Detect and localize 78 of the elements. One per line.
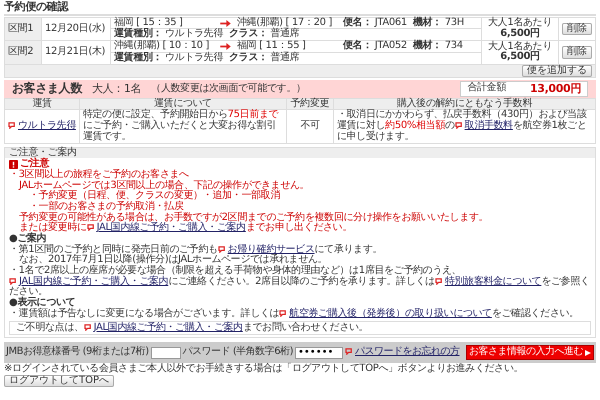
class-text: クラス： 普通席 <box>229 29 300 40</box>
segment-date: 12月21日(木) <box>42 40 110 64</box>
fare-type-text: 運賃種別： ウルトラ先得 <box>114 52 223 64</box>
group-title: ●ご案内 <box>9 234 46 244</box>
member-number-field[interactable] <box>150 346 181 359</box>
link[interactable]: お帰り確約サービス <box>218 244 315 255</box>
flight-number: 便名： JTA061 <box>343 18 407 28</box>
departure-text: 福岡 [ 15：35 ] <box>114 18 184 28</box>
aircraft-text: 機材： 734 <box>412 41 463 52</box>
play-icon <box>585 350 591 356</box>
passenger-count: 大人：1名 <box>92 83 142 95</box>
link-icon <box>8 122 17 130</box>
flight-number: 便名： JTA052 <box>343 41 407 52</box>
class-text: クラス： 普通席 <box>229 52 300 64</box>
segment-label: 区間1 <box>4 17 42 41</box>
column-header: 運賃 <box>4 98 80 110</box>
link-icon <box>345 348 354 356</box>
arrow-icon <box>220 20 231 27</box>
footer-note: ※ログインされている会員さまご本人以外でお手続きする場合は「ログアウトしてTOPへ」ボタンよりお進みください。 <box>4 364 524 375</box>
link-icon <box>86 224 96 232</box>
price-value: 6,500円 <box>499 28 541 40</box>
inquiry-text: ご不明な点は、 JAL国内線ご予約・ご購入・ご案内 までお問い合わせください。 <box>9 320 591 336</box>
notice-text: ・予約変更（日程、便、クラスの変更）・追加・一部取消 <box>29 191 281 202</box>
link[interactable]: JAL国内線ご予約・ご購入・ご案内 <box>84 322 243 333</box>
table-cell: 不可 <box>286 110 334 144</box>
password-field[interactable]: •••••• <box>295 346 343 359</box>
link[interactable]: 航空券ご購入後（発券後）の取り扱いについて <box>279 308 492 319</box>
notice-text: ・第1区間のご予約と同時に発売日前のご予約も お帰り確約サービスにて承ります。 <box>9 244 384 255</box>
total-label: 合計金額 <box>467 83 506 95</box>
link-icon <box>279 310 288 317</box>
notice-text: なお、2017年7月1日以降(操作分)はJALホームページでは承れません。 <box>19 255 328 266</box>
group-title: ●表示について <box>9 298 76 308</box>
fare-type-text: 運賃種別： ウルトラ先得 <box>114 29 223 40</box>
notice-text: または変更時に JAL国内線ご予約・ご購入・ご案内 までお申し出ください。 <box>19 223 353 234</box>
link[interactable]: JAL国内線ご予約・ご購入・ご案内 <box>9 276 168 287</box>
add-flight-button[interactable]: 便を追加する <box>522 64 592 78</box>
notice-text: ・一部のお客さまの予約取消・払戻 <box>29 202 184 212</box>
notice-text: JALホームページでは3区間以上の場合、下記の操作ができません。 <box>19 180 310 191</box>
arrival-text: 福岡 [ 11：55 ] <box>237 41 307 52</box>
link-icon <box>434 278 444 285</box>
delete-button[interactable]: 削除 <box>562 22 592 36</box>
link-icon <box>454 122 464 130</box>
logout-button[interactable]: ログアウトしてTOPへ <box>4 374 114 388</box>
link[interactable]: JAL国内線ご予約・ご購入・ご案内 <box>86 222 246 234</box>
passenger-heading: お客さま人数 <box>12 82 82 96</box>
notice-text: ・1名で2席以上の座席が必要な場合（制限を超える手荷物や身体的理由など）は1席目をご予約のうえ、 JAL国内線ご予約・ご購入・ご案内にご連絡ください。2席目以降のご予約を承ります。詳しくは 特別旅客料金についてをご参照ください。 <box>9 266 591 298</box>
aircraft-text: 機材： 73H <box>412 18 464 28</box>
table-cell: ・取消日にかかわらず、払戻手数料（430円）および当該運賃に対し約50%相当額の 取消手数料を航空券1枚ごとに申し受けます。 <box>333 110 596 144</box>
column-header: 運賃について <box>79 98 286 110</box>
password-label: パスワード (半角数字6桁) <box>182 347 293 358</box>
arrow-icon <box>220 42 231 50</box>
price-label: 大人1名あたり <box>487 18 553 28</box>
forgot-password-link[interactable]: パスワードをお忘れの方 <box>345 347 460 358</box>
departure-text: 沖縄(那覇) [ 10：10 ] <box>114 41 210 52</box>
notice-text: ・3区間以上の旅程をご予約のお客さまへ <box>9 170 190 180</box>
passenger-note: （人数変更は次画面で可能です。） <box>151 84 306 94</box>
link-icon <box>218 246 227 253</box>
segment-date: 12月20日(水) <box>42 17 110 41</box>
table-cell: 特定の便に設定、予約開始日から75日前まで にご予約・ご購入いただくと大変お得な割引運賃です。 <box>79 110 286 144</box>
link-icon <box>84 324 93 331</box>
proceed-button[interactable]: お客さま情報の入力へ進む <box>466 345 594 360</box>
member-number-label: JMBお得意様番号 (9桁または7桁) <box>6 347 149 358</box>
price-value: 6,500円 <box>499 52 541 64</box>
arrival-text: 沖縄(那覇) [ 17：20 ] <box>237 18 333 28</box>
link[interactable]: 取消手数料 <box>454 120 513 132</box>
warning-icon <box>9 160 18 170</box>
total-amount: 13,000円 <box>530 83 581 95</box>
notice-heading: ご注意・ご案内 <box>5 148 595 158</box>
notice-text: ・運賃額は予告なしに変更になる場合がございます。詳しくは 航空券ご購入後（発券後）の取り扱いについてをご確認ください。 <box>9 308 580 320</box>
price-label: 大人1名あたり <box>487 42 553 52</box>
page-title: 予約便の確認 <box>4 1 596 16</box>
column-header: 購入後の解約にともなう手数料 <box>333 98 596 110</box>
notice-text: 予約変更の可能性がある場合は、お手数ですが2区間までのご予約を複数回に分け操作をお願いいたします。 <box>19 212 490 223</box>
link[interactable]: 特別旅客料金について <box>434 276 542 287</box>
segment-label: 区間2 <box>4 40 42 64</box>
link-icon <box>9 278 18 285</box>
column-header: 予約変更 <box>286 98 334 110</box>
delete-button[interactable]: 削除 <box>562 46 592 59</box>
